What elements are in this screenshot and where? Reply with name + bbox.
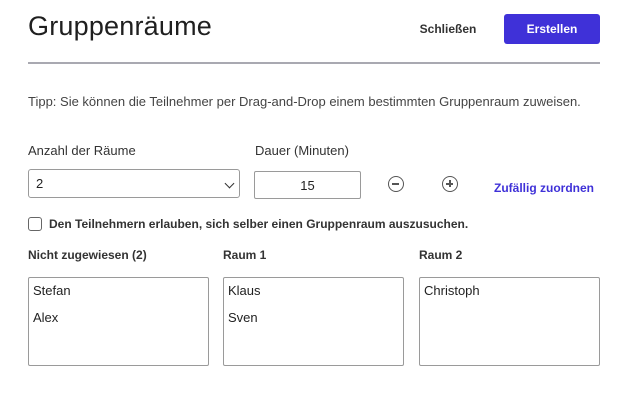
close-button[interactable]: Schließen — [410, 14, 486, 44]
increase-duration-button[interactable] — [442, 176, 458, 192]
list-item[interactable]: Klaus — [228, 283, 261, 298]
list-item[interactable]: Stefan — [33, 283, 71, 298]
list-item[interactable]: Christoph — [424, 283, 480, 298]
self-select-label: Den Teilnehmern erlauben, sich selber ei… — [49, 217, 469, 231]
duration-input[interactable] — [254, 171, 361, 199]
header-divider — [28, 62, 600, 64]
create-button[interactable]: Erstellen — [504, 14, 600, 44]
chevron-down-icon — [224, 178, 235, 189]
room-box-unassigned[interactable]: Stefan Alex — [28, 277, 209, 366]
plus-icon-vertical — [449, 180, 451, 188]
column-title-room-1: Raum 1 — [223, 248, 267, 262]
minus-icon — [392, 183, 400, 185]
column-title-room-2: Raum 2 — [419, 248, 463, 262]
list-item[interactable]: Alex — [33, 310, 58, 325]
page-title: Gruppenräume — [28, 11, 213, 41]
self-select-checkbox[interactable] — [28, 217, 42, 231]
rooms-count-select[interactable]: 2 — [28, 169, 240, 198]
duration-label: Dauer (Minuten) — [255, 143, 349, 158]
room-box-room-1[interactable]: Klaus Sven — [223, 277, 404, 366]
decrease-duration-button[interactable] — [388, 176, 404, 192]
rooms-count-value: 2 — [36, 176, 44, 191]
random-assign-link[interactable]: Zufällig zuordnen — [494, 181, 594, 195]
column-title-unassigned: Nicht zugewiesen (2) — [28, 248, 147, 262]
room-box-room-2[interactable]: Christoph — [419, 277, 600, 366]
hint-text: Tipp: Sie können die Teilnehmer per Drag… — [28, 94, 581, 109]
list-item[interactable]: Sven — [228, 310, 258, 325]
rooms-count-label: Anzahl der Räume — [28, 143, 136, 158]
